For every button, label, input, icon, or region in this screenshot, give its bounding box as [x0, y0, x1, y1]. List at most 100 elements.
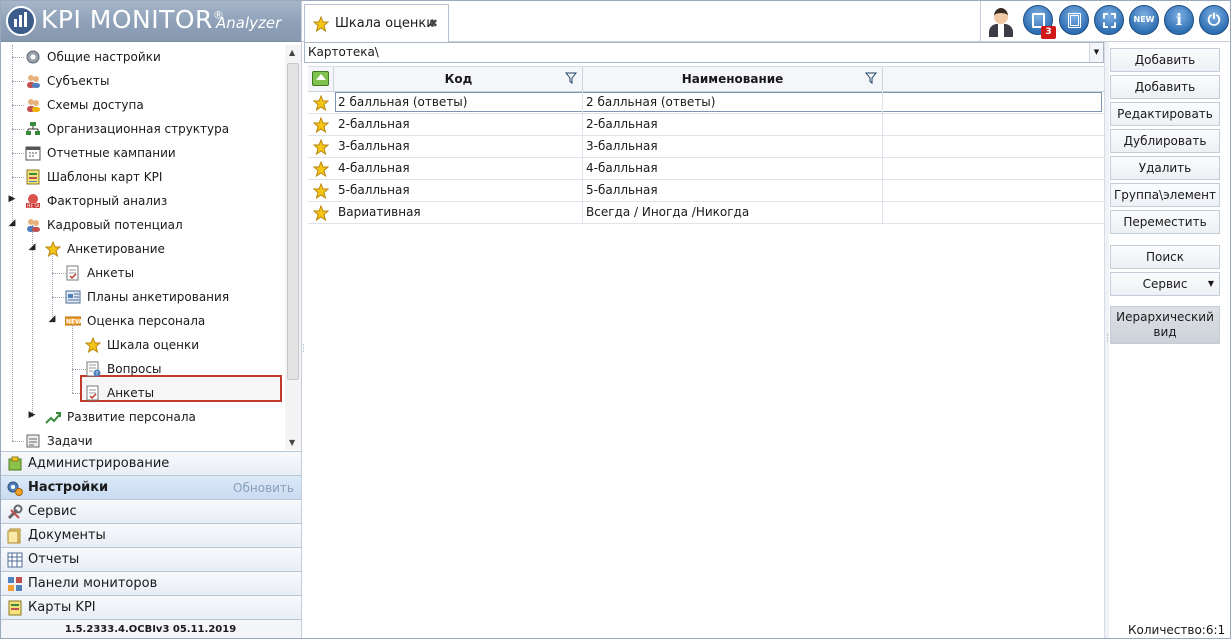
tree-item-reporting-campaigns[interactable]: Отчетные кампании: [25, 142, 176, 164]
nav-item-settings[interactable]: Настройки Обновить: [0, 475, 301, 499]
nav-item-kpi-maps[interactable]: Карты KPI: [0, 595, 301, 619]
tab-close-icon[interactable]: ✖: [429, 17, 438, 30]
nav-item-documents[interactable]: Документы: [0, 523, 301, 547]
grid-header-home[interactable]: [308, 67, 334, 92]
list-icon: [1103, 13, 1116, 28]
scroll-down-icon[interactable]: ▼: [289, 438, 295, 447]
search-button[interactable]: Поиск: [1110, 245, 1220, 269]
nav-item-reports[interactable]: Отчеты: [0, 547, 301, 571]
scroll-up-icon[interactable]: ▲: [289, 48, 295, 57]
monitor-panels-icon: [7, 576, 23, 592]
tools-icon: [7, 504, 23, 520]
reports-icon: [7, 552, 23, 568]
scroll-thumb[interactable]: [287, 63, 299, 380]
cell-name: 2-балльная: [583, 114, 883, 135]
add-button[interactable]: Добавить: [1110, 48, 1220, 72]
column-header-code[interactable]: Код: [335, 67, 583, 92]
collapse-arrow-icon[interactable]: ◢: [27, 242, 37, 252]
table-row[interactable]: 2-балльная 2-балльная: [308, 114, 1104, 136]
list-view-button[interactable]: [1094, 5, 1124, 35]
star-icon: [84, 336, 102, 354]
tree-item-org-structure[interactable]: Организационная структура: [25, 118, 229, 140]
cell-code: 2-балльная: [335, 114, 583, 135]
dropdown-arrow-icon[interactable]: ▼: [1089, 43, 1103, 62]
star-icon: [44, 240, 62, 258]
table-row[interactable]: 5-балльная 5-балльная: [308, 180, 1104, 202]
cell-code: 3-балльная: [335, 136, 583, 157]
table-icon: [1068, 13, 1081, 28]
nav-item-monitor-panels[interactable]: Панели мониторов: [0, 571, 301, 595]
tab-rating-scale[interactable]: Шкала оценки ✖: [304, 4, 449, 42]
tree-item-questionnaire-plans[interactable]: Планы анкетирования: [65, 286, 229, 308]
user-avatar[interactable]: [986, 5, 1016, 37]
org-chart-icon: [25, 121, 41, 137]
edit-button[interactable]: Редактировать: [1110, 102, 1220, 126]
notifications-button[interactable]: 3: [1023, 5, 1056, 39]
growth-chart-icon: [45, 409, 61, 425]
duplicate-button[interactable]: Дублировать: [1110, 129, 1220, 153]
star-icon: [313, 117, 329, 133]
tree-item-forms-2[interactable]: Анкеты: [85, 382, 154, 404]
news-button[interactable]: NEW: [1129, 5, 1159, 35]
expand-arrow-icon[interactable]: ▶: [27, 410, 37, 420]
move-button[interactable]: Переместить: [1110, 210, 1220, 234]
nav-item-administration[interactable]: Администрирование: [0, 451, 301, 475]
tree-item-forms[interactable]: Анкеты: [65, 262, 134, 284]
right-splitter-grip[interactable]: · · ·: [1106, 332, 1109, 347]
power-button[interactable]: ⏻: [1199, 5, 1229, 35]
top-toolbar: 3 NEW i ⏻: [980, 0, 1231, 42]
left-splitter-grip[interactable]: · · ·: [302, 342, 305, 357]
group-element-button[interactable]: Группа\элемент: [1110, 183, 1220, 207]
question-doc-icon: ?: [85, 361, 101, 377]
info-button[interactable]: i: [1164, 5, 1194, 35]
tree-item-questionnaires[interactable]: Анкетирование: [44, 238, 165, 260]
refresh-link[interactable]: Обновить: [233, 481, 294, 495]
table-row[interactable]: 2 балльная (ответы) 2 балльная (ответы): [308, 92, 1104, 114]
add-group-button[interactable]: Добавить группу: [1110, 75, 1220, 116]
expand-arrow-icon[interactable]: ▶: [7, 194, 17, 204]
path-combobox[interactable]: Картотека\ ▼: [304, 42, 1104, 63]
admin-icon: [7, 456, 23, 472]
svg-text:NEW: NEW: [66, 319, 81, 326]
tree-item-subjects[interactable]: Субъекты: [25, 70, 109, 92]
table-row[interactable]: 4-балльная 4-балльная: [308, 158, 1104, 180]
tree-item-kpi-templates[interactable]: Шаблоны карт KPI: [25, 166, 162, 188]
kpi-card-icon: [25, 169, 41, 185]
dropdown-arrow-icon: ▼: [1207, 279, 1214, 288]
nav-item-service[interactable]: Сервис: [0, 499, 301, 523]
star-icon: [313, 205, 329, 221]
collapse-arrow-icon[interactable]: ◢: [7, 218, 17, 228]
home-level-up-icon[interactable]: [312, 71, 329, 86]
column-header-name[interactable]: Наименование: [583, 67, 883, 92]
table-row[interactable]: Вариативная Всегда / Иногда /Никогда: [308, 202, 1104, 224]
filter-icon[interactable]: [864, 72, 878, 87]
delete-button[interactable]: Удалить: [1110, 156, 1220, 180]
kpi-maps-icon: [7, 600, 23, 616]
people-icon: [25, 217, 41, 233]
tree-item-staff-assessment[interactable]: NEW Оценка персонала: [64, 310, 205, 332]
record-count: Количество:6:1: [1128, 623, 1226, 637]
path-value: Картотека\: [308, 45, 379, 59]
svg-text:BETA: BETA: [27, 204, 40, 210]
version-label: 1.5.2333.4.OCBIv3 05.11.2019: [0, 619, 301, 639]
filter-icon[interactable]: [564, 72, 578, 87]
cell-code: 4-балльная: [335, 158, 583, 179]
tree-scrollbar[interactable]: ▲ ▼: [285, 45, 301, 450]
form-check-icon: [65, 265, 81, 281]
tree-item-tasks[interactable]: Задачи: [25, 430, 93, 450]
hierarchical-view-toggle[interactable]: Иерархический вид: [1110, 306, 1220, 344]
collapse-arrow-icon[interactable]: ◢: [47, 314, 57, 324]
tree-item-factor-analysis[interactable]: BETA Факторный анализ: [25, 190, 167, 212]
tree-item-general-settings[interactable]: Общие настройки: [25, 46, 161, 68]
tree-item-hr-potential[interactable]: Кадровый потенциал: [25, 214, 183, 236]
tree-item-access-schemes[interactable]: Схемы доступа: [25, 94, 144, 116]
tree-item-staff-development[interactable]: Развитие персонала: [45, 406, 196, 428]
tasks-icon: [25, 433, 41, 449]
star-icon: [313, 139, 329, 155]
table-row[interactable]: 3-балльная 3-балльная: [308, 136, 1104, 158]
service-dropdown-button[interactable]: Сервис ▼: [1110, 272, 1220, 296]
table-view-button[interactable]: [1059, 5, 1089, 35]
cell-code: 5-балльная: [335, 180, 583, 201]
tree-item-rating-scale[interactable]: Шкала оценки: [84, 334, 199, 356]
tree-item-questions[interactable]: ? Вопросы: [85, 358, 161, 380]
